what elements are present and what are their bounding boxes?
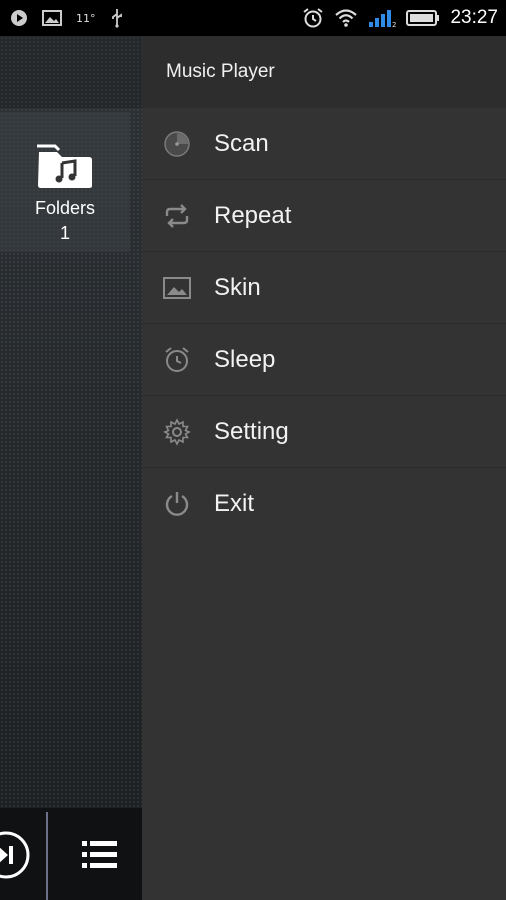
alarm-clock-icon: [162, 345, 192, 375]
wifi-icon: [334, 8, 358, 28]
usb-icon: [110, 8, 124, 28]
play-circle-icon: [10, 9, 28, 27]
alarm-icon: [302, 7, 324, 29]
repeat-icon: [162, 201, 192, 231]
scan-icon: [162, 129, 192, 159]
menu-item-sleep[interactable]: Sleep: [142, 324, 506, 396]
menu-item-setting[interactable]: Setting: [142, 396, 506, 468]
folders-label: Folders: [34, 198, 96, 218]
menu-item-scan[interactable]: Scan: [142, 108, 506, 180]
menu-item-skin[interactable]: Skin: [142, 252, 506, 324]
next-track-icon[interactable]: [0, 830, 32, 884]
clock-text: 23:27: [450, 7, 498, 28]
music-folder-icon: [35, 142, 95, 194]
menu-label-scan: Scan: [214, 129, 269, 157]
folders-count: 1: [59, 223, 70, 243]
svg-text:2: 2: [392, 21, 396, 28]
signal-icon: 2: [368, 8, 396, 28]
power-icon: [162, 489, 192, 519]
image-icon: [162, 273, 192, 303]
menu-item-repeat[interactable]: Repeat: [142, 180, 506, 252]
control-divider: [46, 812, 48, 900]
menu-label-exit: Exit: [214, 490, 255, 517]
menu-label-repeat: Repeat: [214, 201, 292, 229]
library-header-strip: [0, 36, 142, 108]
status-bar: 11° 2 23:27: [0, 0, 506, 36]
menu-label-setting: Setting: [214, 417, 289, 445]
folders-tile[interactable]: Folders 1: [0, 112, 130, 252]
drawer-header: Music Player: [142, 36, 506, 108]
navigation-drawer: Music Player Scan Repeat Skin Sleep Sett…: [142, 36, 506, 900]
menu-label-sleep: Sleep: [214, 345, 276, 373]
menu-label-skin: Skin: [214, 273, 261, 301]
image-icon: [42, 9, 62, 27]
menu-item-exit[interactable]: Exit: [142, 468, 506, 540]
queue-list-icon[interactable]: [82, 840, 118, 874]
battery-icon: [406, 9, 440, 27]
drawer-title: Music Player: [166, 61, 275, 82]
gear-icon: [162, 417, 192, 447]
temperature-text: 11°: [76, 11, 96, 25]
